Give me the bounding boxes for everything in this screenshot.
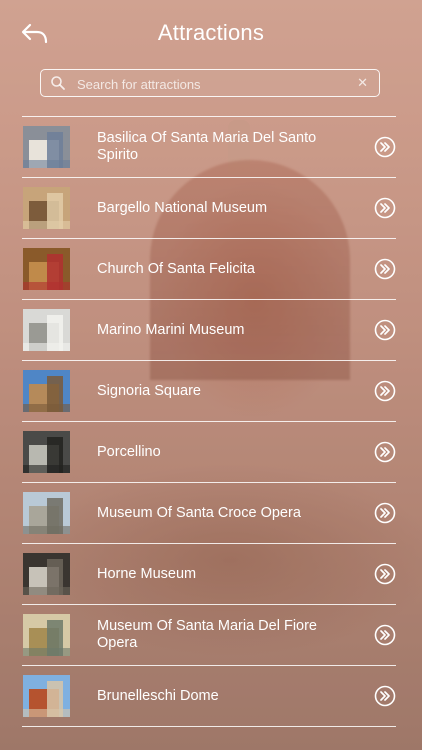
attraction-row[interactable]: Museum Of Santa Maria Del Fiore Opera bbox=[22, 604, 396, 665]
attraction-thumbnail bbox=[23, 492, 70, 534]
attraction-thumbnail bbox=[23, 248, 70, 290]
attractions-list: Basilica Of Santa Maria Del Santo Spirit… bbox=[22, 116, 396, 727]
double-chevron-right-icon[interactable] bbox=[374, 136, 396, 158]
attraction-thumbnail bbox=[23, 431, 70, 473]
attraction-row[interactable]: Horne Museum bbox=[22, 543, 396, 604]
double-chevron-right-icon[interactable] bbox=[374, 685, 396, 707]
attraction-row[interactable]: Marino Marini Museum bbox=[22, 299, 396, 360]
attraction-name: Museum Of Santa Croce Opera bbox=[97, 504, 301, 521]
attraction-thumbnail bbox=[23, 553, 70, 595]
search-bar[interactable]: ✕ bbox=[40, 69, 380, 97]
double-chevron-right-icon[interactable] bbox=[374, 319, 396, 341]
attraction-row[interactable]: Signoria Square bbox=[22, 360, 396, 421]
attraction-thumbnail bbox=[23, 126, 70, 168]
attraction-name: Bargello National Museum bbox=[97, 199, 268, 216]
double-chevron-right-icon[interactable] bbox=[374, 380, 396, 402]
double-chevron-right-icon[interactable] bbox=[374, 197, 396, 219]
double-chevron-right-icon[interactable] bbox=[374, 258, 396, 280]
attraction-name: Church Of Santa Felicita bbox=[97, 260, 255, 277]
double-chevron-right-icon[interactable] bbox=[374, 441, 396, 463]
attraction-name: Basilica Of Santa Maria Del Santo Spirit… bbox=[97, 130, 317, 163]
attraction-thumbnail bbox=[23, 370, 70, 412]
attraction-name: Signoria Square bbox=[97, 382, 201, 399]
double-chevron-right-icon[interactable] bbox=[374, 563, 396, 585]
attraction-thumbnail bbox=[23, 614, 70, 656]
attraction-name: Museum Of Santa Maria Del Fiore Opera bbox=[97, 618, 317, 651]
search-icon bbox=[50, 75, 66, 91]
attraction-name: Horne Museum bbox=[97, 565, 197, 582]
double-chevron-right-icon[interactable] bbox=[374, 624, 396, 646]
attraction-thumbnail bbox=[23, 187, 70, 229]
attraction-row[interactable]: Church Of Santa Felicita bbox=[22, 238, 396, 299]
clear-search-icon[interactable]: ✕ bbox=[357, 75, 368, 91]
top-bar: Attractions bbox=[0, 0, 422, 68]
attraction-thumbnail bbox=[23, 309, 70, 351]
page-title: Attractions bbox=[157, 20, 265, 45]
attraction-row[interactable]: Brunelleschi Dome bbox=[22, 665, 396, 727]
attraction-thumbnail bbox=[23, 675, 70, 717]
attraction-row[interactable]: Porcellino bbox=[22, 421, 396, 482]
attraction-name: Porcellino bbox=[97, 443, 161, 460]
search-input[interactable] bbox=[75, 73, 349, 95]
attraction-name: Brunelleschi Dome bbox=[97, 687, 219, 704]
attraction-row[interactable]: Museum Of Santa Croce Opera bbox=[22, 482, 396, 543]
double-chevron-right-icon[interactable] bbox=[374, 502, 396, 524]
attraction-name: Marino Marini Museum bbox=[97, 321, 245, 338]
attraction-row[interactable]: Bargello National Museum bbox=[22, 177, 396, 238]
attraction-row[interactable]: Basilica Of Santa Maria Del Santo Spirit… bbox=[22, 116, 396, 177]
